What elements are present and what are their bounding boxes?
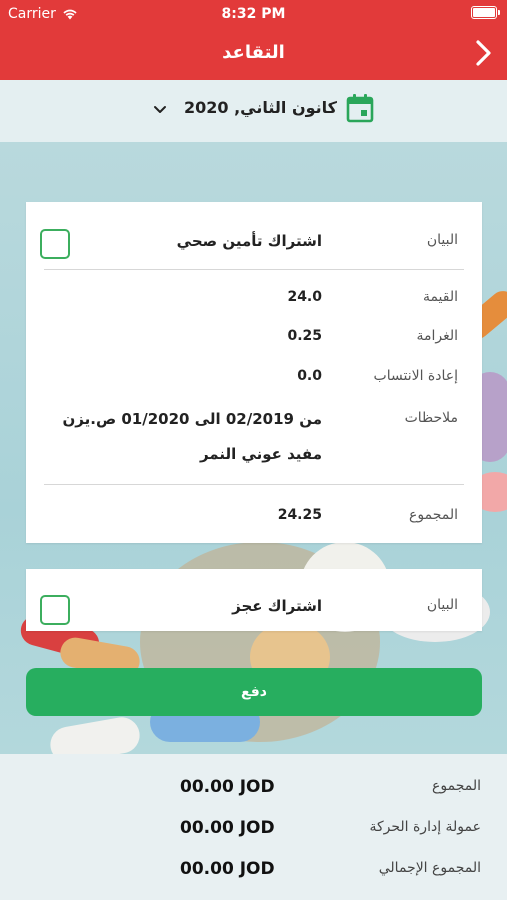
date-value[interactable]: كانون الثاني, 2020 [184, 98, 339, 117]
commission-label: عمولة إدارة الحركة [369, 819, 481, 835]
penalty-label: الغرامة [416, 328, 458, 344]
nav-bar: التقاعد [0, 28, 507, 80]
top-bar: Carrier 8:32 PM التقاعد [0, 0, 507, 80]
reaffiliation-label: إعادة الانتساب [373, 368, 458, 384]
value-label: القيمة [422, 289, 458, 305]
divider [44, 269, 464, 270]
payment-card: البيان اشتراك تأمين صحي القيمة 24.0 الغر… [26, 202, 482, 543]
status-time: 8:32 PM [221, 6, 286, 22]
pay-button[interactable]: دفع [26, 668, 482, 716]
grand-total-value: 00.00 JOD [180, 859, 275, 879]
divider [44, 484, 464, 485]
payment-card: البيان اشتراك عجز [26, 569, 482, 631]
statement-value: اشتراك عجز [232, 597, 322, 615]
totals-panel: المجموع 00.00 JOD عمولة إدارة الحركة 00.… [0, 754, 507, 900]
sum-label: المجموع [432, 778, 481, 794]
notes-label: ملاحظات [404, 410, 458, 426]
card-total-label: المجموع [409, 507, 458, 523]
notes-line-2: مفيد عوني النمر [199, 445, 322, 463]
value-amount: 24.0 [287, 289, 322, 305]
pill-decoration [47, 714, 143, 754]
select-checkbox[interactable] [40, 229, 70, 259]
reaffiliation-amount: 0.0 [297, 368, 322, 384]
calendar-icon[interactable] [346, 93, 374, 123]
sum-value: 00.00 JOD [180, 777, 275, 797]
statement-value: اشتراك تأمين صحي [176, 232, 322, 250]
date-selector[interactable]: كانون الثاني, 2020 [0, 80, 507, 142]
statement-label: البيان [426, 597, 458, 613]
penalty-amount: 0.25 [287, 328, 322, 344]
notes-line-1: من 02/2019 الى 01/2020 ص.يزن [62, 410, 322, 428]
status-bar: Carrier 8:32 PM [0, 0, 507, 28]
battery-icon [471, 6, 500, 19]
statement-label: البيان [426, 232, 458, 248]
status-right [471, 6, 500, 19]
card-total-amount: 24.25 [277, 507, 322, 523]
commission-value: 00.00 JOD [180, 818, 275, 838]
select-checkbox[interactable] [40, 595, 70, 625]
grand-total-label: المجموع الإجمالي [378, 860, 481, 876]
page-title: التقاعد [222, 42, 285, 63]
chevron-down-icon[interactable] [152, 102, 168, 118]
back-chevron-icon[interactable] [469, 38, 497, 68]
